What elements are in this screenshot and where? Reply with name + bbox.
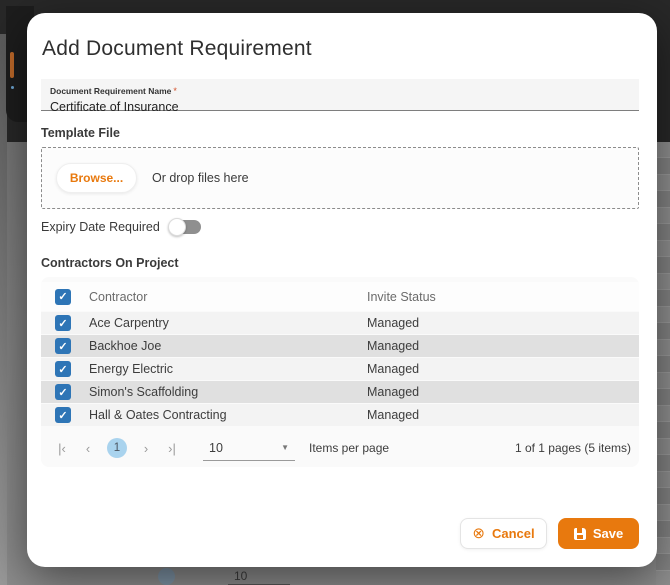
file-dropzone[interactable]: Browse... Or drop files here (41, 147, 639, 209)
last-page-icon[interactable]: ›| (159, 437, 185, 459)
background-pager-page-circle (158, 568, 175, 585)
page-size-value: 10 (209, 440, 223, 455)
select-all-checkbox[interactable]: ✓ (55, 288, 71, 305)
row-checkbox[interactable]: ✓ (55, 338, 71, 354)
next-page-icon[interactable]: › (133, 437, 159, 459)
check-icon: ✓ (58, 363, 68, 376)
check-icon: ✓ (58, 386, 68, 399)
background-table-stripes (656, 142, 670, 585)
table-row[interactable]: ✓ Hall & Oates Contracting Managed (41, 404, 639, 426)
row-checkbox[interactable]: ✓ (55, 315, 71, 331)
check-icon: ✓ (58, 340, 68, 353)
dialog-actions: ⊗ Cancel Save (460, 518, 639, 549)
document-requirement-name-input[interactable] (50, 99, 639, 114)
background-dot (11, 86, 14, 89)
table-row[interactable]: ✓ Ace Carpentry Managed (41, 312, 639, 334)
row-checkbox[interactable]: ✓ (55, 384, 71, 400)
current-page-button[interactable]: 1 (107, 438, 127, 458)
pager-summary: 1 of 1 pages (5 items) (514, 441, 631, 455)
table-row[interactable]: ✓ Backhoe Joe Managed (41, 335, 639, 357)
contractors-grid: ✓ Contractor Invite Status ✓ Ace Carpent… (41, 277, 639, 467)
invite-status: Managed (367, 362, 420, 376)
grid-header-row: ✓ Contractor Invite Status (41, 282, 639, 311)
check-icon: ✓ (58, 409, 68, 422)
template-file-label: Template File (41, 126, 120, 140)
contractor-name: Simon's Scaffolding (89, 385, 199, 399)
toggle-knob (167, 218, 186, 236)
dropzone-hint-text: Or drop files here (152, 171, 249, 185)
check-icon: ✓ (58, 291, 68, 303)
save-floppy-icon (573, 527, 586, 540)
browse-button[interactable]: Browse... (56, 163, 137, 193)
document-requirement-name-field[interactable]: Document Requirement Name * (41, 79, 639, 114)
page-size-select[interactable]: 10 ▼ (203, 435, 295, 461)
row-checkbox[interactable]: ✓ (55, 361, 71, 377)
invite-status: Managed (367, 339, 420, 353)
contractor-column-header[interactable]: Contractor (85, 290, 367, 304)
invite-status: Managed (367, 385, 420, 399)
chevron-down-icon: ▼ (281, 443, 289, 452)
background-left-strip (0, 34, 7, 585)
background-pager-size-hint: 10 (234, 569, 248, 583)
first-page-icon[interactable]: |‹ (49, 437, 75, 459)
table-row[interactable]: ✓ Simon's Scaffolding Managed (41, 381, 639, 403)
required-asterisk: * (173, 86, 177, 96)
row-checkbox[interactable]: ✓ (55, 407, 71, 423)
invite-status: Managed (367, 408, 420, 422)
expiry-date-required-label: Expiry Date Required (41, 220, 160, 234)
invite-status-column-header[interactable]: Invite Status (367, 290, 639, 304)
document-requirement-name-label: Document Requirement Name (50, 86, 172, 96)
save-button-label: Save (592, 526, 624, 541)
previous-page-icon[interactable]: ‹ (75, 437, 101, 459)
contractor-name: Hall & Oates Contracting (89, 408, 227, 422)
expiry-date-toggle[interactable] (167, 218, 201, 236)
contractors-on-project-label: Contractors On Project (41, 256, 179, 270)
cancel-button[interactable]: ⊗ Cancel (460, 518, 547, 549)
table-row[interactable]: ✓ Energy Electric Managed (41, 358, 639, 380)
contractor-name: Backhoe Joe (89, 339, 162, 353)
background-logo-fragment (10, 52, 14, 78)
check-icon: ✓ (58, 317, 68, 330)
invite-status: Managed (367, 316, 420, 330)
contractor-name: Energy Electric (89, 362, 174, 376)
save-button[interactable]: Save (558, 518, 639, 549)
cancel-button-label: Cancel (491, 526, 535, 541)
contractor-name: Ace Carpentry (89, 316, 169, 330)
dialog-title: Add Document Requirement (42, 37, 312, 60)
cancel-circle-x-icon: ⊗ (472, 525, 485, 542)
expiry-date-row: Expiry Date Required (41, 218, 201, 236)
grid-pager: |‹ ‹ 1 › ›| 10 ▼ Items per page 1 of 1 p… (41, 429, 639, 467)
add-document-requirement-dialog: Add Document Requirement Document Requir… (27, 13, 657, 567)
items-per-page-label: Items per page (309, 441, 390, 455)
